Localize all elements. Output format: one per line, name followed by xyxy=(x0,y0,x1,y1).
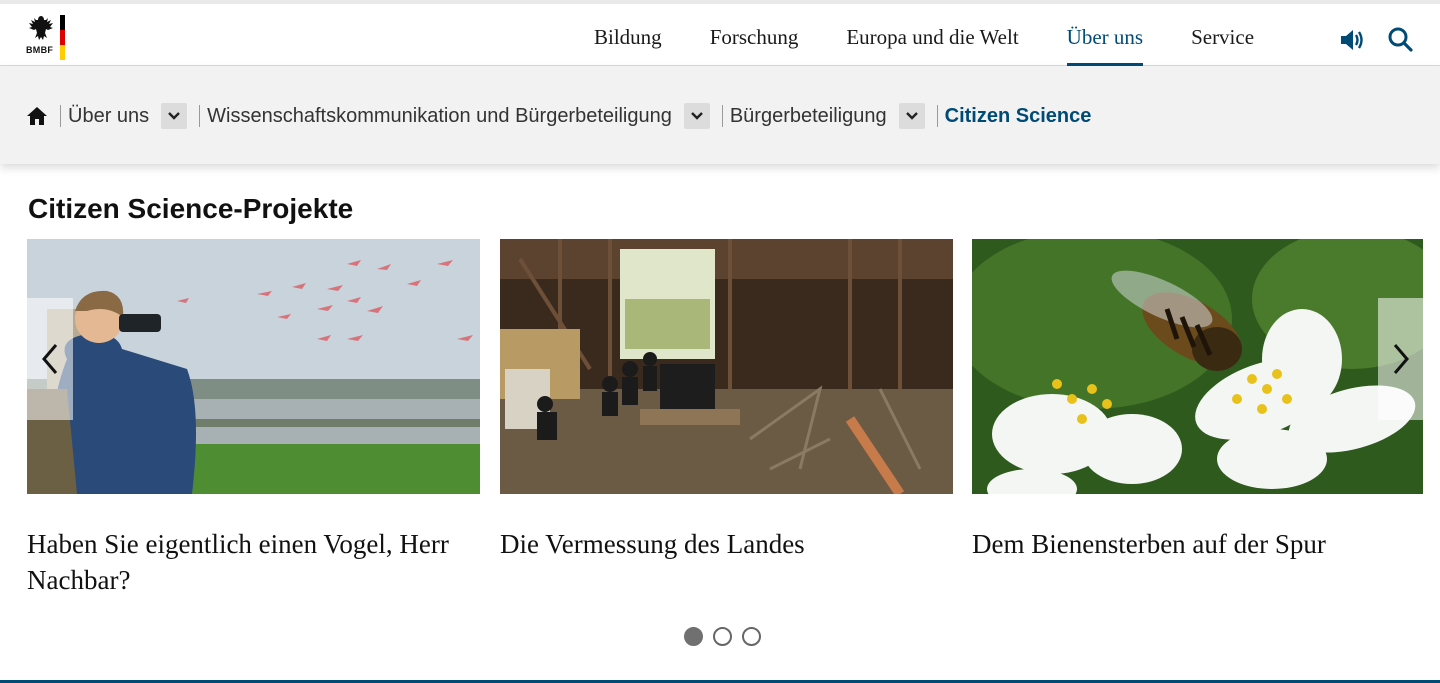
breadcrumb-separator xyxy=(60,105,61,127)
breadcrumb-wissenschaftskommunikation[interactable]: Wissenschaftskommunikation und Bürgerbet… xyxy=(207,105,672,128)
bmbf-logo[interactable]: BMBF xyxy=(26,12,70,62)
breadcrumb-current-page: Citizen Science xyxy=(944,104,1092,127)
breadcrumb-ueber-uns[interactable]: Über uns xyxy=(68,105,149,128)
section-title: Citizen Science-Projekte xyxy=(28,193,354,224)
main-nav: Bildung Forschung Europa und die Welt Üb… xyxy=(594,24,1302,66)
nav-item-forschung[interactable]: Forschung xyxy=(710,24,799,66)
nav-item-ueber-uns[interactable]: Über uns xyxy=(1066,24,1144,66)
home-icon[interactable] xyxy=(26,105,48,127)
breadcrumb-bar: Über uns Wissenschaftskommunikation und … xyxy=(0,66,1440,164)
speaker-icon[interactable] xyxy=(1338,26,1368,54)
carousel-next-button[interactable] xyxy=(1378,298,1424,420)
chevron-down-icon xyxy=(690,112,703,120)
chevron-down-icon xyxy=(905,112,918,120)
breadcrumb-dropdown-button[interactable] xyxy=(161,103,188,129)
carousel-dot[interactable] xyxy=(684,627,703,646)
nav-item-europa-und-die-welt[interactable]: Europa und die Welt xyxy=(846,24,1018,66)
card-image-barn[interactable] xyxy=(500,239,953,494)
card-image-bee-flower[interactable] xyxy=(972,239,1423,494)
german-flag-stripe xyxy=(60,15,65,60)
card-image-boy-binoculars[interactable] xyxy=(27,239,480,494)
logo-text: BMBF xyxy=(26,45,54,55)
nav-item-bildung[interactable]: Bildung xyxy=(594,24,662,66)
carousel-dot[interactable] xyxy=(713,627,732,646)
chevron-right-icon xyxy=(1393,344,1409,374)
breadcrumb-separator xyxy=(936,105,938,127)
card-title[interactable]: Die Vermessung des Landes xyxy=(500,526,953,562)
project-card[interactable]: Haben Sie eigentlich einen Vogel, Herr N… xyxy=(27,239,480,598)
carousel-pagination xyxy=(684,627,771,646)
card-title[interactable]: Haben Sie eigentlich einen Vogel, Herr N… xyxy=(27,526,480,598)
search-icon[interactable] xyxy=(1386,26,1416,54)
federal-eagle-icon xyxy=(29,16,53,40)
nav-item-service[interactable]: Service xyxy=(1191,24,1254,66)
chevron-left-icon xyxy=(42,344,58,374)
project-card[interactable]: Dem Bienensterben auf der Spur xyxy=(972,239,1423,562)
carousel-dot[interactable] xyxy=(742,627,761,646)
project-card[interactable]: Die Vermessung des Landes xyxy=(500,239,953,562)
chevron-down-icon xyxy=(168,112,181,120)
breadcrumb-buergerbeteiligung[interactable]: Bürgerbeteiligung xyxy=(730,105,887,128)
card-title[interactable]: Dem Bienensterben auf der Spur xyxy=(972,526,1423,562)
breadcrumb-dropdown-button[interactable] xyxy=(898,103,925,129)
carousel-prev-button[interactable] xyxy=(27,298,73,420)
breadcrumb-dropdown-button[interactable] xyxy=(683,103,710,129)
breadcrumb-separator xyxy=(721,105,723,127)
site-header: BMBF Bildung Forschung Europa und die We… xyxy=(0,0,1440,66)
breadcrumb-separator xyxy=(199,105,201,127)
breadcrumb: Über uns Wissenschaftskommunikation und … xyxy=(26,102,1091,130)
